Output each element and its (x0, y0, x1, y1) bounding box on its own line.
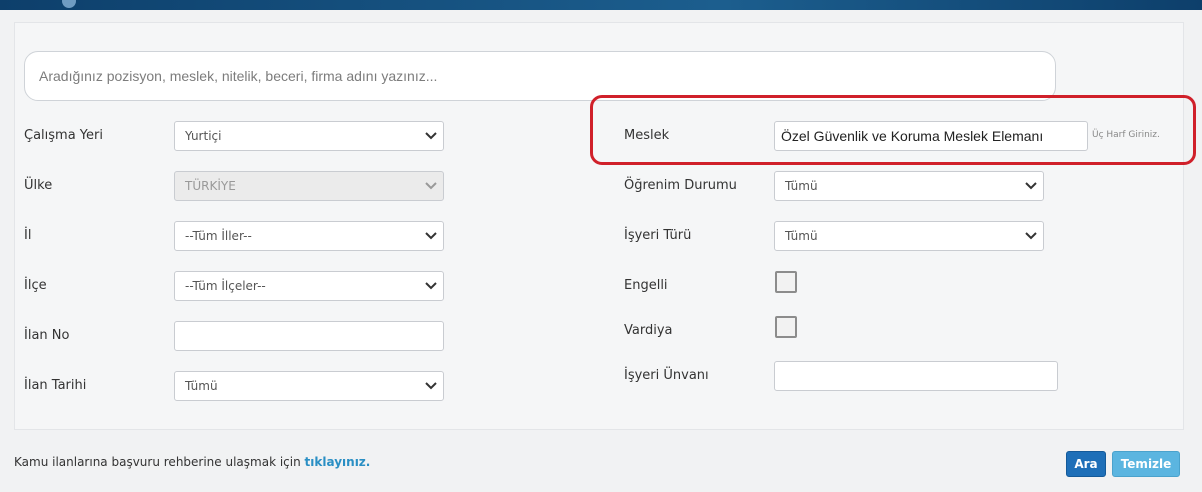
ilce-label: İlçe (24, 278, 47, 293)
ilce-select[interactable]: --Tüm İlçeler-- (174, 271, 444, 301)
vardiya-checkbox[interactable] (775, 316, 797, 338)
isyeri-turu-value: Tümü (785, 229, 818, 243)
footer-guide-text: Kamu ilanlarına başvuru rehberine ulaşma… (14, 455, 370, 469)
chevron-down-icon (425, 182, 437, 190)
chevron-down-icon (1025, 182, 1037, 190)
ogrenim-durumu-label: Öğrenim Durumu (624, 178, 737, 193)
header-logo-icon (62, 0, 76, 8)
chevron-down-icon (425, 382, 437, 390)
isyeri-unvani-input[interactable] (774, 361, 1058, 391)
search-input[interactable] (24, 51, 1056, 101)
guide-link[interactable]: tıklayınız. (305, 455, 371, 469)
isyeri-turu-select[interactable]: Tümü (774, 221, 1044, 251)
ulke-select: TÜRKİYE (174, 171, 444, 201)
chevron-down-icon (1025, 232, 1037, 240)
ilan-no-input[interactable] (174, 321, 444, 351)
ilce-value: --Tüm İlçeler-- (185, 279, 266, 293)
top-header-bar (0, 0, 1202, 10)
chevron-down-icon (425, 132, 437, 140)
ulke-value: TÜRKİYE (185, 179, 236, 193)
footer-guide-label: Kamu ilanlarına başvuru rehberine ulaşma… (14, 455, 301, 469)
ilan-tarihi-value: Tümü (185, 379, 218, 393)
ilan-no-label: İlan No (24, 328, 70, 343)
calisma-yeri-select[interactable]: Yurtiçi (174, 121, 444, 151)
ulke-label: Ülke (24, 178, 53, 193)
ogrenim-durumu-value: Tümü (785, 179, 818, 193)
ilan-tarihi-select[interactable]: Tümü (174, 371, 444, 401)
engelli-label: Engelli (624, 278, 668, 293)
calisma-yeri-label: Çalışma Yeri (24, 128, 103, 143)
chevron-down-icon (425, 282, 437, 290)
clear-button[interactable]: Temizle (1112, 451, 1180, 477)
il-label: İl (24, 228, 32, 243)
calisma-yeri-value: Yurtiçi (185, 129, 222, 143)
search-button[interactable]: Ara (1066, 451, 1106, 477)
ogrenim-durumu-select[interactable]: Tümü (774, 171, 1044, 201)
meslek-highlight-annotation (590, 95, 1196, 165)
isyeri-turu-label: İşyeri Türü (624, 228, 692, 243)
chevron-down-icon (425, 232, 437, 240)
il-select[interactable]: --Tüm İller-- (174, 221, 444, 251)
vardiya-label: Vardiya (624, 323, 673, 338)
il-value: --Tüm İller-- (185, 229, 252, 243)
ilan-tarihi-label: İlan Tarihi (24, 378, 87, 393)
engelli-checkbox[interactable] (775, 271, 797, 293)
isyeri-unvani-label: İşyeri Ünvanı (624, 368, 709, 383)
